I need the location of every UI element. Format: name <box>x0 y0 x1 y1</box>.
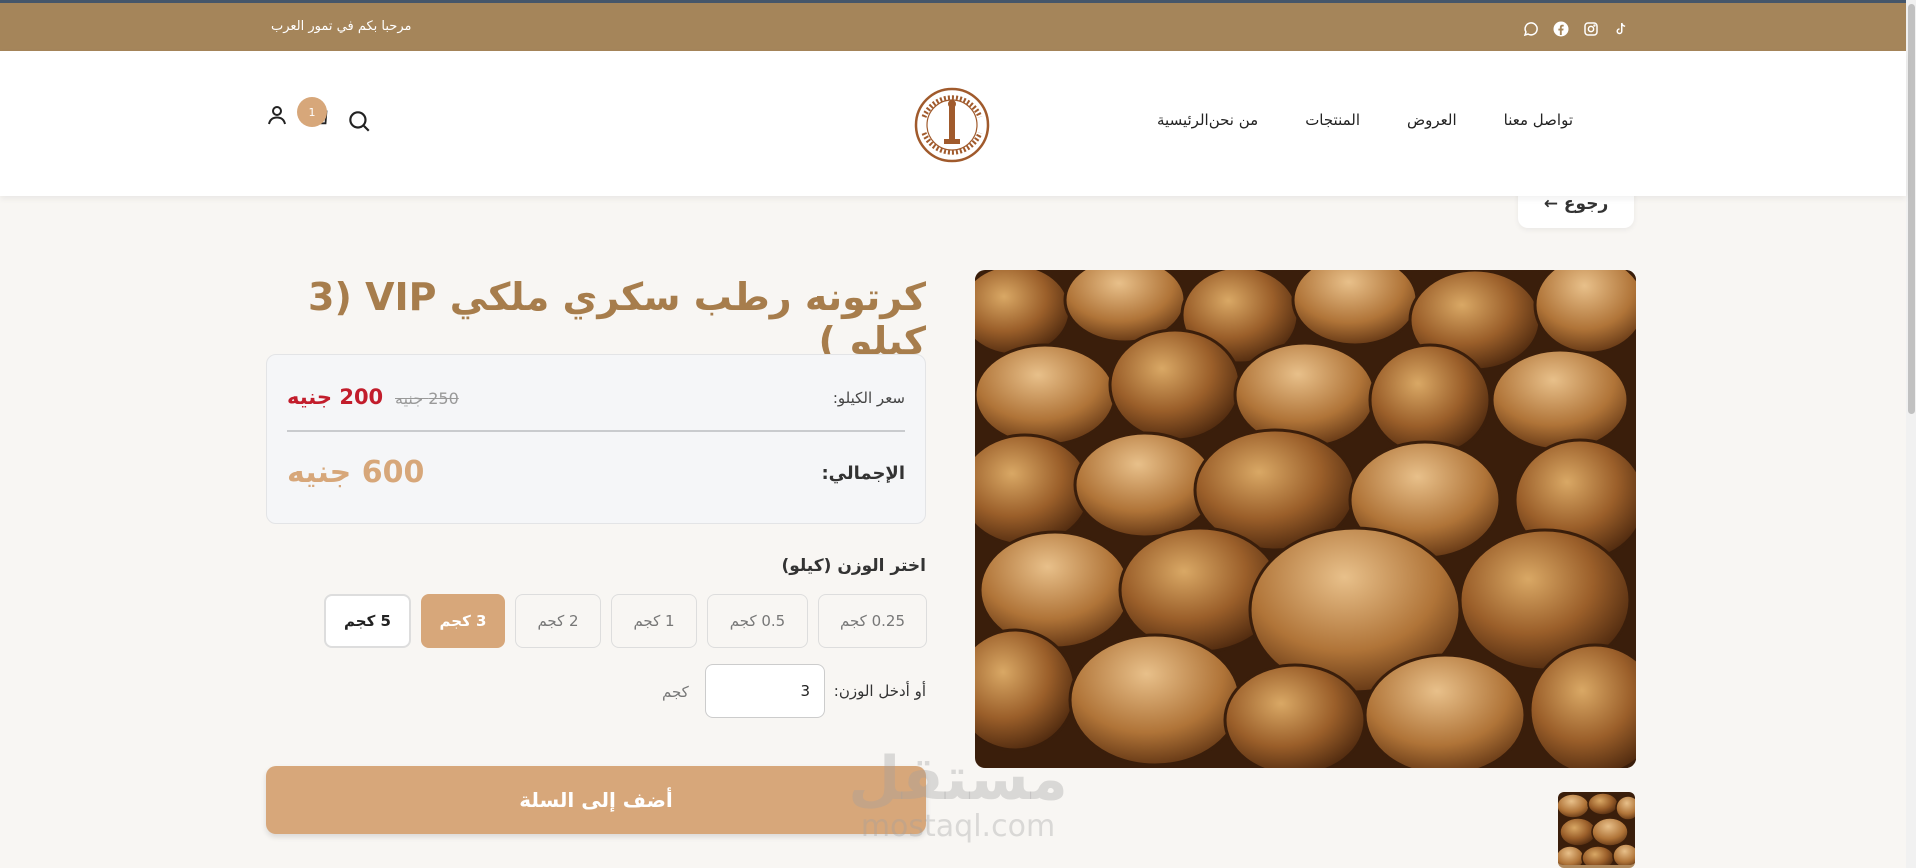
main-nav: الرئيسية من نحن المنتجات العروض تواصل مع… <box>1157 111 1620 129</box>
sale-price: 200 جنيه <box>287 385 384 409</box>
nav-item-products[interactable]: المنتجات <box>1305 111 1360 129</box>
price-box: سعر الكيلو: 200 جنيه 250 جنيه الإجمالي: … <box>266 354 926 524</box>
custom-weight-label: أو أدخل الوزن: <box>833 682 926 700</box>
weight-option-0.5[interactable]: 0.5 كجم <box>707 594 808 648</box>
weight-option-3-selected[interactable]: 3 كجم <box>421 594 505 648</box>
facebook-icon[interactable] <box>1551 19 1571 39</box>
custom-weight-input[interactable] <box>705 664 825 718</box>
cart-count-badge: 1 <box>297 97 327 127</box>
tiktok-icon[interactable] <box>1611 19 1631 39</box>
weight-select-label: اختر الوزن (كيلو) <box>781 556 926 576</box>
nav-item-offers[interactable]: العروض <box>1407 111 1457 129</box>
product-title: كرتونه رطب سكري ملكي VIP (3 كيلو ) <box>308 275 926 363</box>
nav-item-contact[interactable]: تواصل معنا <box>1504 111 1573 129</box>
weight-unit: كجم <box>662 683 689 701</box>
product-main-image[interactable] <box>975 270 1636 768</box>
social-links <box>1521 19 1631 39</box>
product-thumbnail[interactable] <box>1558 792 1635 868</box>
welcome-text: مرحبا بكم في تمور العرب <box>271 19 412 34</box>
user-icon[interactable] <box>265 103 289 131</box>
price-per-kilo-label: سعر الكيلو: <box>832 389 905 407</box>
main-header: الرئيسية من نحن المنتجات العروض تواصل مع… <box>0 51 1906 196</box>
search-icon[interactable] <box>346 108 372 138</box>
top-bar: مرحبا بكم في تمور العرب <box>0 0 1906 51</box>
nav-item-about[interactable]: من نحن <box>1209 111 1259 129</box>
seal-logo[interactable] <box>914 87 990 163</box>
weight-option-1[interactable]: 1 كجم <box>611 594 697 648</box>
weight-option-0.25[interactable]: 0.25 كجم <box>818 594 927 648</box>
original-price: 250 جنيه <box>395 389 459 408</box>
total-price: 600 جنيه <box>287 455 425 490</box>
whatsapp-icon[interactable] <box>1521 19 1541 39</box>
price-divider <box>287 430 905 432</box>
total-label: الإجمالي: <box>821 463 905 484</box>
weight-option-2[interactable]: 2 كجم <box>515 594 601 648</box>
scrollbar-thumb[interactable] <box>1908 4 1915 414</box>
nav-item-home[interactable]: الرئيسية <box>1157 111 1209 129</box>
weight-options: 0.25 كجم 0.5 كجم 1 كجم 2 كجم 3 كجم 5 كجم <box>324 594 927 648</box>
instagram-icon[interactable] <box>1581 19 1601 39</box>
weight-option-5[interactable]: 5 كجم <box>324 594 411 648</box>
add-to-cart-button[interactable]: أضف إلى السلة <box>266 766 926 834</box>
